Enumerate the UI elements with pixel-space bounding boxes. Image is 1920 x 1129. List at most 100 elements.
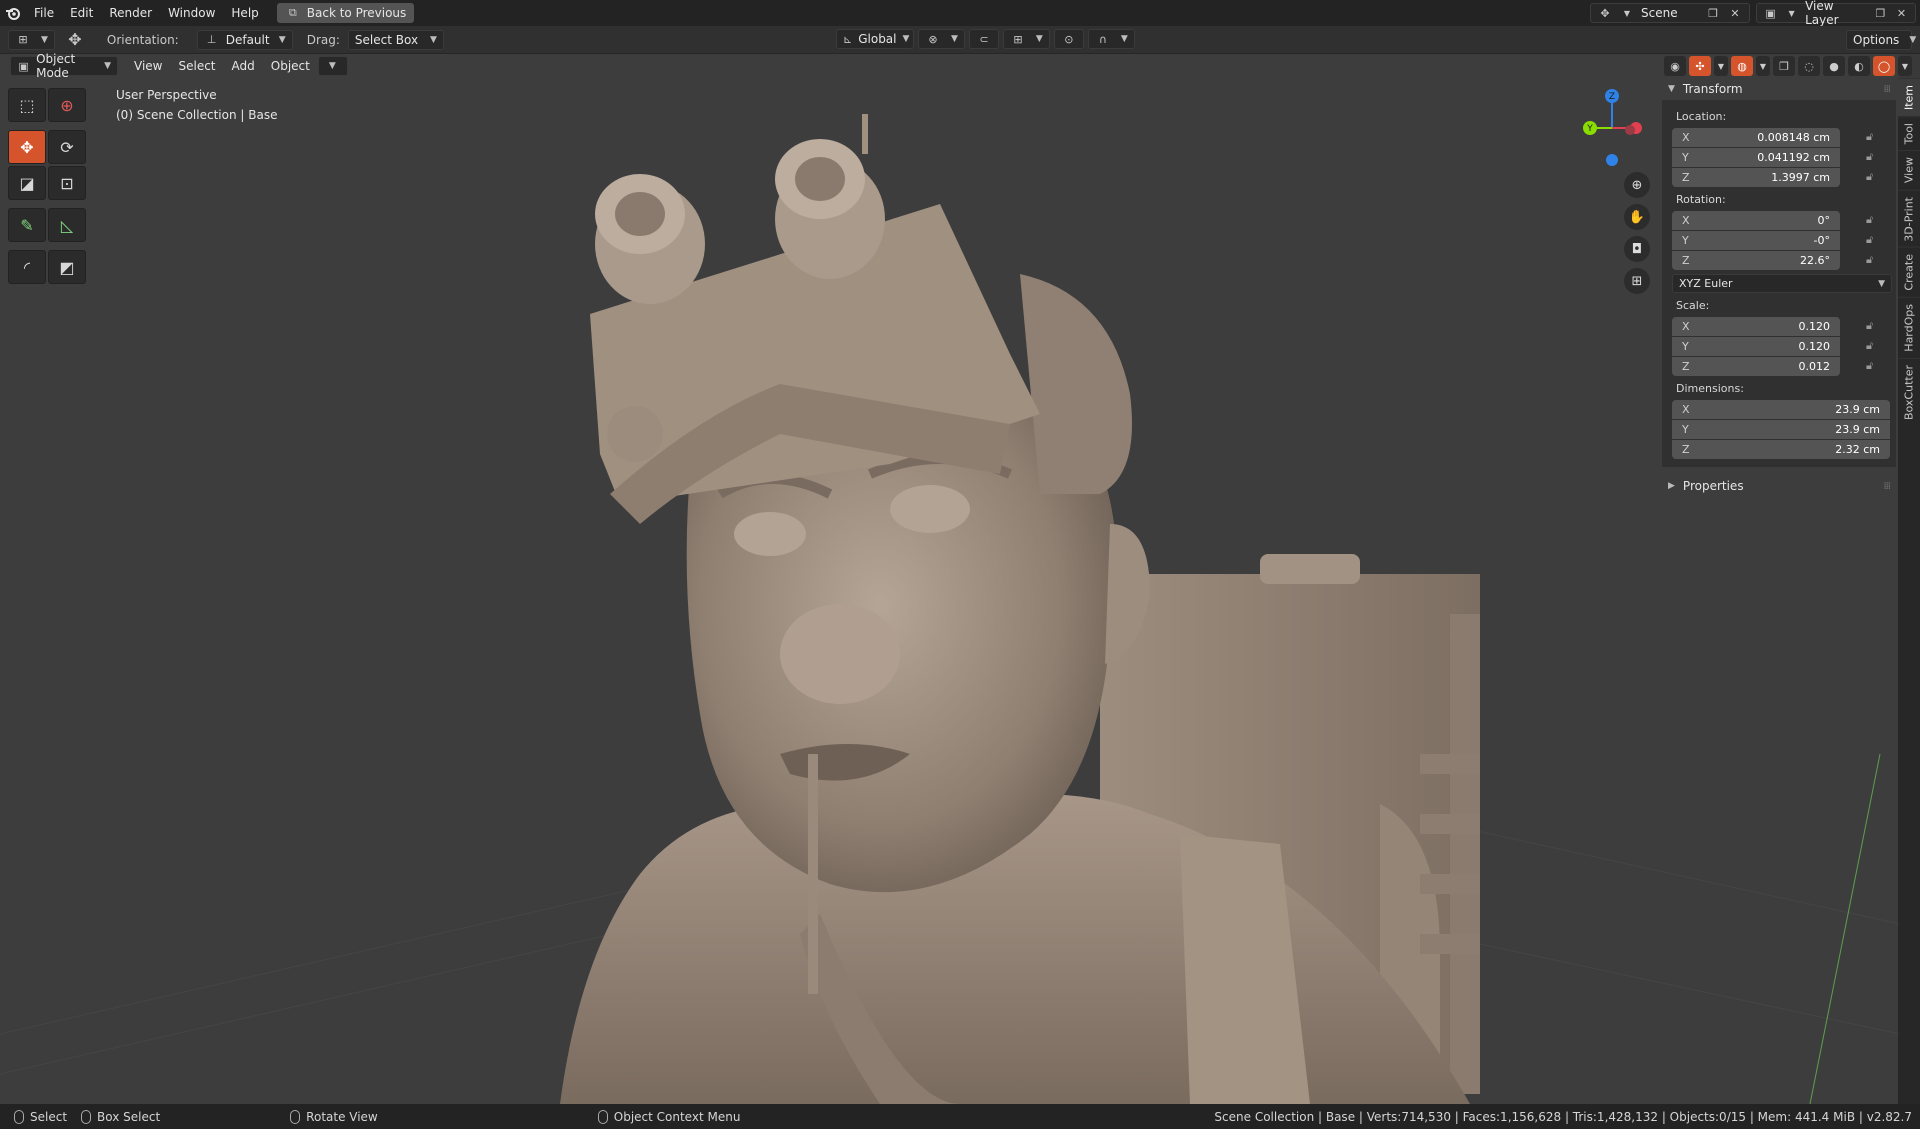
- dimensions-z-field[interactable]: Z 2.32 cm: [1672, 439, 1890, 459]
- location-y-field[interactable]: Y 0.041192 cm: [1672, 147, 1840, 167]
- axis-label: Y: [1682, 150, 1689, 164]
- viewport-menu-select[interactable]: Select: [170, 59, 223, 73]
- drag-grip-icon[interactable]: ⁞⁞⁞: [1883, 481, 1890, 492]
- boxcutter-tool-icon: ◩: [59, 257, 75, 277]
- falloff-dropdown[interactable]: ∩ ▼: [1087, 29, 1135, 49]
- orientation-dropdown[interactable]: ⊥ Default ▼: [196, 29, 293, 50]
- dimensions-x-field[interactable]: X 23.9 cm: [1672, 399, 1890, 419]
- menu-edit[interactable]: Edit: [62, 0, 101, 26]
- scene-selector[interactable]: ✥ ▼ Scene ❐ ✕: [1590, 3, 1750, 23]
- dimensions-y-field[interactable]: Y 23.9 cm: [1672, 419, 1890, 439]
- rendered-shading-button[interactable]: ◯: [1873, 56, 1895, 76]
- annotate-tool[interactable]: ✎: [8, 208, 46, 242]
- options-dropdown[interactable]: Options ▼: [1846, 30, 1916, 50]
- mouse-right-icon: [597, 1109, 608, 1124]
- lock-icon[interactable]: 🔓︎: [1866, 359, 1873, 373]
- pivot-point-dropdown[interactable]: ⊗ ▼: [918, 29, 965, 49]
- axis-label: X: [1682, 130, 1690, 144]
- lock-icon[interactable]: 🔓︎: [1866, 170, 1873, 184]
- wireframe-shading-button[interactable]: ◌: [1798, 56, 1820, 76]
- tab-hardops[interactable]: HardOps: [1898, 296, 1920, 358]
- properties-panel-header[interactable]: ▶ Properties ⁞⁞⁞: [1662, 475, 1896, 497]
- xray-toggle[interactable]: ❐: [1773, 56, 1795, 76]
- lock-icon[interactable]: 🔓︎: [1866, 233, 1873, 247]
- location-z-field[interactable]: Z 1.3997 cm: [1672, 167, 1840, 187]
- gizmo-dropdown[interactable]: ▼: [1714, 56, 1728, 76]
- lock-icon[interactable]: 🔓︎: [1866, 319, 1873, 333]
- tab-boxcutter[interactable]: BoxCutter: [1898, 357, 1920, 426]
- visibility-toggle[interactable]: ◉: [1664, 56, 1686, 76]
- tab-create[interactable]: Create: [1898, 247, 1920, 297]
- rotation-x-field[interactable]: X 0°: [1672, 210, 1840, 230]
- tab-3d-print[interactable]: 3D-Print: [1898, 189, 1920, 248]
- lock-icon[interactable]: 🔓︎: [1866, 213, 1873, 227]
- ortho-toggle-button[interactable]: ⊞: [1624, 268, 1650, 294]
- rotation-mode-dropdown[interactable]: XYZ Euler ▼: [1672, 274, 1892, 293]
- close-icon[interactable]: ✕: [1727, 5, 1743, 21]
- menu-file[interactable]: File: [26, 0, 62, 26]
- blender-logo-icon[interactable]: [0, 0, 26, 26]
- properties-title: Properties: [1682, 479, 1744, 493]
- menu-render[interactable]: Render: [101, 0, 160, 26]
- neg-x-axis-handle[interactable]: [1625, 125, 1635, 135]
- solid-shading-button[interactable]: ●: [1823, 56, 1845, 76]
- view-layer-selector[interactable]: ▣ ▼ View Layer ❐ ✕: [1756, 0, 1916, 27]
- tab-tool[interactable]: Tool: [1898, 116, 1920, 151]
- zoom-button[interactable]: ⊕: [1624, 172, 1650, 198]
- camera-view-button[interactable]: ◘: [1624, 236, 1650, 262]
- add-cube-tool[interactable]: ◜: [8, 250, 46, 284]
- overlays-toggle[interactable]: ◍: [1731, 56, 1753, 76]
- rotation-y-field[interactable]: Y -0°: [1672, 230, 1840, 250]
- shading-dropdown[interactable]: ▼: [1898, 56, 1912, 76]
- drag-dropdown[interactable]: Select Box ▼: [347, 29, 444, 50]
- tab-view[interactable]: View: [1898, 150, 1920, 190]
- scale-z-field[interactable]: Z 0.012: [1672, 356, 1840, 376]
- lock-icon[interactable]: 🔓︎: [1866, 253, 1873, 267]
- transform-orientation-dropdown[interactable]: ⊾ Global ▼: [836, 29, 914, 49]
- status-select-hint: Select: [14, 1109, 67, 1124]
- editor-type-dropdown[interactable]: ⊞ ▼: [8, 29, 55, 50]
- snap-target-dropdown[interactable]: ⊞ ▼: [1002, 29, 1050, 49]
- proportional-edit-toggle[interactable]: ⊙: [1053, 29, 1084, 49]
- copy-icon[interactable]: ❐: [1705, 5, 1721, 21]
- snap-toggle[interactable]: ⊂: [968, 29, 999, 49]
- rotate-tool[interactable]: ⟳: [48, 130, 86, 164]
- y-axis-line: [1809, 753, 1881, 1104]
- neg-z-axis-handle[interactable]: [1606, 154, 1618, 166]
- cursor-tool[interactable]: ⊕: [48, 88, 86, 122]
- pan-button[interactable]: ✋: [1624, 204, 1650, 230]
- lock-icon[interactable]: 🔓︎: [1866, 339, 1873, 353]
- scale-x-field[interactable]: X 0.120: [1672, 316, 1840, 336]
- viewport-menu-add[interactable]: Add: [224, 59, 263, 73]
- zoom-icon: ⊕: [1631, 177, 1643, 193]
- mode-dropdown[interactable]: ▣ Object Mode ▼: [10, 52, 118, 80]
- scale-tool[interactable]: ◪: [8, 166, 46, 200]
- lock-icon[interactable]: 🔓︎: [1866, 130, 1873, 144]
- drag-grip-icon[interactable]: ⁞⁞⁞: [1883, 84, 1890, 95]
- scale-y-field[interactable]: Y 0.120: [1672, 336, 1840, 356]
- select-box-tool[interactable]: ⬚: [8, 88, 46, 122]
- rotation-z-field[interactable]: Z 22.6°: [1672, 250, 1840, 270]
- overlays-dropdown[interactable]: ▼: [1756, 56, 1770, 76]
- transform-panel-header[interactable]: ▼ Transform ⁞⁞⁞: [1662, 78, 1896, 100]
- close-icon[interactable]: ✕: [1894, 5, 1909, 21]
- move-tool[interactable]: ✥: [8, 130, 46, 164]
- measure-tool[interactable]: ◺: [48, 208, 86, 242]
- field-value: 0.008148 cm: [1757, 130, 1830, 144]
- extra-menu-dropdown[interactable]: ▼: [317, 56, 348, 76]
- menu-window[interactable]: Window: [160, 0, 223, 26]
- menu-help[interactable]: Help: [223, 0, 266, 26]
- 3d-viewport[interactable]: User Perspective (0) Scene Collection | …: [0, 54, 1900, 1104]
- viewport-menu-object[interactable]: Object: [263, 59, 318, 73]
- navigation-gizmo[interactable]: Z Y: [1578, 88, 1648, 168]
- material-shading-button[interactable]: ◐: [1848, 56, 1870, 76]
- copy-icon[interactable]: ❐: [1873, 5, 1888, 21]
- back-to-previous-button[interactable]: ⧉ Back to Previous: [276, 3, 415, 23]
- viewport-menu-view[interactable]: View: [126, 59, 170, 73]
- transform-tool[interactable]: ⊡: [48, 166, 86, 200]
- gizmo-toggle[interactable]: ✣: [1689, 56, 1711, 76]
- tab-item[interactable]: Item: [1898, 78, 1920, 117]
- boxcutter-tool[interactable]: ◩: [48, 250, 86, 284]
- location-x-field[interactable]: X 0.008148 cm: [1672, 127, 1840, 147]
- lock-icon[interactable]: 🔓︎: [1866, 150, 1873, 164]
